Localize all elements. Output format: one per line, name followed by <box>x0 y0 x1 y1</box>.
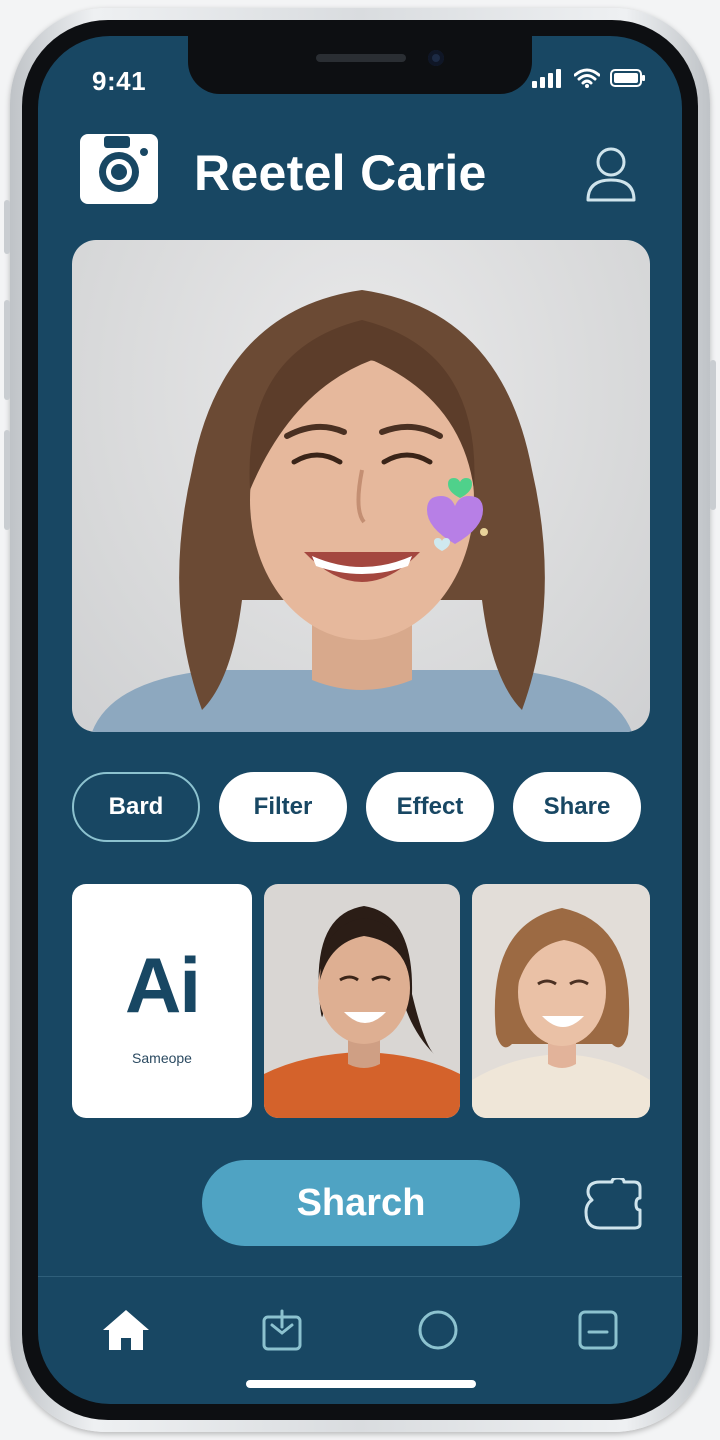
hero-photo[interactable] <box>72 240 650 732</box>
nav-circle[interactable] <box>410 1302 466 1358</box>
status-icons <box>532 68 646 88</box>
nav-divider <box>38 1276 682 1277</box>
notch <box>188 36 532 94</box>
speaker-grill <box>316 54 406 62</box>
status-time: 9:41 <box>92 66 147 96</box>
ai-card-caption: Sameope <box>132 1050 192 1066</box>
box-icon <box>262 1309 302 1351</box>
nav-minus-square[interactable] <box>570 1302 626 1358</box>
home-indicator[interactable] <box>246 1380 476 1388</box>
front-camera <box>428 50 444 66</box>
nav-home[interactable] <box>98 1302 154 1358</box>
circle-icon <box>418 1310 458 1350</box>
volume-down-button <box>4 430 10 530</box>
effect-button[interactable]: Effect <box>366 772 494 842</box>
gallery-photo-1[interactable] <box>264 884 460 1118</box>
home-icon <box>103 1310 149 1350</box>
gallery-photo-2[interactable] <box>472 884 650 1118</box>
app-screen: 9:41 Reetel Carie Bard Filter Effect Sha… <box>38 36 682 1404</box>
mute-switch <box>4 200 10 254</box>
bard-button[interactable]: Bard <box>72 772 200 842</box>
nav-box[interactable] <box>254 1302 310 1358</box>
share-button[interactable]: Share <box>513 772 641 842</box>
battery-icon <box>610 69 645 87</box>
puzzle-icon[interactable] <box>582 1176 642 1235</box>
user-icon[interactable] <box>584 146 638 209</box>
ai-card[interactable]: Ai Sameope <box>72 884 252 1118</box>
app-title: Reetel Carie <box>194 145 487 201</box>
action-pills: Bard Filter Effect Share <box>72 772 650 844</box>
filter-button[interactable]: Filter <box>219 772 347 842</box>
volume-up-button <box>4 300 10 400</box>
minus-square-icon <box>578 1310 618 1350</box>
wifi-icon <box>574 68 600 88</box>
power-button <box>710 360 716 510</box>
camera-icon[interactable] <box>80 134 158 204</box>
search-button[interactable]: Sharch <box>202 1160 520 1246</box>
signal-icon <box>532 69 561 88</box>
ai-card-title: Ai <box>125 941 201 1029</box>
